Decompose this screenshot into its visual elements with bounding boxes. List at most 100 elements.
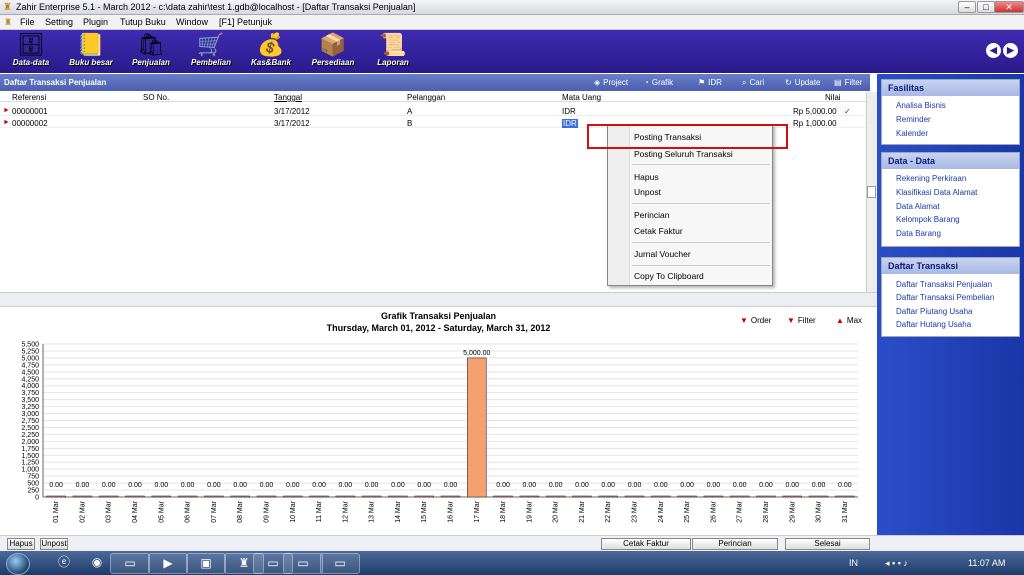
- splitter[interactable]: [0, 292, 877, 307]
- data-label: 0.00: [444, 482, 458, 489]
- toolbar-pembelian[interactable]: 🛒 Pembelian: [183, 32, 239, 72]
- col-so-no[interactable]: SO No.: [143, 93, 169, 102]
- x-tick-label: 30 Mar: [816, 500, 823, 522]
- monitor-icon[interactable]: ▣: [186, 553, 226, 574]
- sidebar-link[interactable]: Analisa Bisnis: [896, 101, 946, 110]
- nav-back-icon[interactable]: ◀: [986, 43, 1001, 58]
- nav-forward-icon[interactable]: ▶: [1003, 43, 1018, 58]
- scrollbar-thumb[interactable]: [867, 186, 876, 198]
- sidebar-link[interactable]: Data Alamat: [896, 202, 940, 211]
- col-tanggal[interactable]: Tanggal: [274, 93, 302, 102]
- y-tick-label: 750: [27, 474, 39, 481]
- sidebar-link[interactable]: Kelompok Barang: [896, 215, 960, 224]
- cash-bank-icon: 💰: [257, 32, 285, 57]
- window-task-icon[interactable]: ▭: [320, 553, 360, 574]
- bar: [572, 495, 592, 498]
- cetak-faktur-button[interactable]: Cetak Faktur: [601, 538, 691, 550]
- col-mata-uang[interactable]: Mata Uang: [562, 93, 601, 102]
- data-label: 0.00: [365, 482, 379, 489]
- menu-file[interactable]: File: [20, 17, 35, 27]
- unpost-button[interactable]: Unpost: [40, 538, 68, 550]
- language-indicator[interactable]: IN: [849, 558, 858, 568]
- selesai-button[interactable]: Selesai: [785, 538, 870, 550]
- x-tick-label: 14 Mar: [395, 500, 402, 522]
- toolbar-penjualan[interactable]: 🛍 Penjualan: [123, 32, 179, 72]
- col-nilai[interactable]: Nilai: [825, 93, 841, 102]
- sidebar-link[interactable]: Daftar Piutang Usaha: [896, 307, 973, 316]
- menu-hapus[interactable]: Hapus: [634, 172, 659, 182]
- sidebar-link[interactable]: Daftar Hutang Usaha: [896, 320, 971, 329]
- chart-order-control[interactable]: ▼ Order: [740, 316, 771, 325]
- sidebar-link[interactable]: Data Barang: [896, 229, 941, 238]
- toolbar-kas-bank[interactable]: 💰 Kas&Bank: [243, 32, 299, 72]
- media-player-icon[interactable]: ▶: [148, 553, 188, 574]
- table-row[interactable]: ► 00000001 3/17/2012 A IDR Rp 5,000.00 ✓: [0, 106, 866, 116]
- data-label: 5,000.00: [463, 350, 490, 357]
- menu-separator: [632, 203, 770, 204]
- sidebar-link[interactable]: Reminder: [896, 115, 931, 124]
- y-tick-label: 2,000: [21, 439, 39, 446]
- data-label: 0.00: [207, 482, 221, 489]
- col-referensi[interactable]: Referensi: [12, 93, 46, 102]
- perincian-button[interactable]: Perincian: [692, 538, 778, 550]
- col-pelanggan[interactable]: Pelanggan: [407, 93, 445, 102]
- y-tick-label: 2,750: [21, 418, 39, 425]
- grafik-button[interactable]: ◔ Grafik: [644, 78, 673, 87]
- update-button[interactable]: ↻ Update: [785, 78, 821, 87]
- menu-cetak-faktur[interactable]: Cetak Faktur: [634, 226, 683, 236]
- sidebar-link[interactable]: Daftar Transaksi Penjualan: [896, 280, 992, 289]
- minimize-button[interactable]: –: [958, 1, 976, 13]
- data-label: 0.00: [654, 482, 668, 489]
- chart-filter-control[interactable]: ▼ Filter: [787, 316, 816, 325]
- y-tick-label: 5,250: [21, 348, 39, 355]
- data-label: 0.00: [812, 482, 826, 489]
- chart-max-control[interactable]: ▲ Max: [836, 316, 862, 325]
- toolbar-data-data[interactable]: 🗄 Data-data: [3, 32, 59, 72]
- selected-cell[interactable]: IDR: [562, 119, 578, 128]
- bar: [256, 495, 277, 498]
- sidebar-link[interactable]: Daftar Transaksi Pembelian: [896, 293, 994, 302]
- menu-help[interactable]: [F1] Petunjuk: [219, 17, 272, 27]
- bar: [835, 495, 855, 498]
- cari-button[interactable]: ⌕ Cari: [742, 78, 764, 88]
- search-icon: ⌕: [742, 78, 747, 87]
- data-label: 0.00: [391, 482, 405, 489]
- bar: [361, 495, 382, 498]
- start-button[interactable]: [6, 553, 30, 575]
- bar: [282, 495, 303, 498]
- currency-button[interactable]: ⚑ IDR: [698, 78, 722, 87]
- close-button[interactable]: ✕: [994, 1, 1024, 13]
- hapus-button[interactable]: Hapus: [7, 538, 35, 550]
- sidebar-link[interactable]: Kalender: [896, 129, 928, 138]
- menu-perincian[interactable]: Perincian: [634, 210, 669, 220]
- tray-icons[interactable]: ◂ ▪ ▪ ♪: [885, 558, 908, 569]
- menu-copy-clipboard[interactable]: Copy To Clipboard: [634, 271, 704, 281]
- maximize-button[interactable]: □: [977, 1, 995, 13]
- y-tick-label: 5,500: [21, 342, 39, 349]
- filter-button[interactable]: ▤ Filter: [834, 78, 862, 87]
- y-tick-label: 4,750: [21, 362, 39, 369]
- inventory-icon: 📦: [319, 32, 347, 57]
- clock[interactable]: 11:07 AM: [968, 558, 1005, 568]
- refresh-icon: ↻: [785, 78, 792, 87]
- sidebar-link[interactable]: Rekening Perkiraan: [896, 174, 966, 183]
- menu-tutup-buku[interactable]: Tutup Buku: [120, 17, 166, 27]
- menu-setting[interactable]: Setting: [45, 17, 73, 27]
- toolbar-buku-besar[interactable]: 📒 Buku besar: [63, 32, 119, 72]
- toolbar-persediaan[interactable]: 📦 Persediaan: [305, 32, 361, 72]
- y-tick-label: 1,250: [21, 460, 39, 467]
- menu-window[interactable]: Window: [176, 17, 208, 27]
- bar: [177, 495, 198, 498]
- chart-icon: ◔: [644, 78, 649, 87]
- toolbar-laporan[interactable]: 📜 Laporan: [365, 32, 421, 72]
- menu-posting-seluruh[interactable]: Posting Seluruh Transaksi: [634, 149, 733, 159]
- menu-plugin[interactable]: Plugin: [83, 17, 108, 27]
- explorer-icon[interactable]: ▭: [110, 553, 150, 574]
- sidebar-link[interactable]: Klasifikasi Data Alamat: [896, 188, 977, 197]
- sidebar: Fasilitas Analisa Bisnis Reminder Kalend…: [877, 74, 1024, 535]
- menu-jurnal-voucher[interactable]: Jurnal Voucher: [634, 249, 691, 259]
- menu-unpost[interactable]: Unpost: [634, 187, 661, 197]
- data-label: 0.00: [128, 482, 142, 489]
- project-button[interactable]: ◈ Project: [594, 78, 628, 87]
- window-task-icon[interactable]: ▭: [283, 553, 323, 574]
